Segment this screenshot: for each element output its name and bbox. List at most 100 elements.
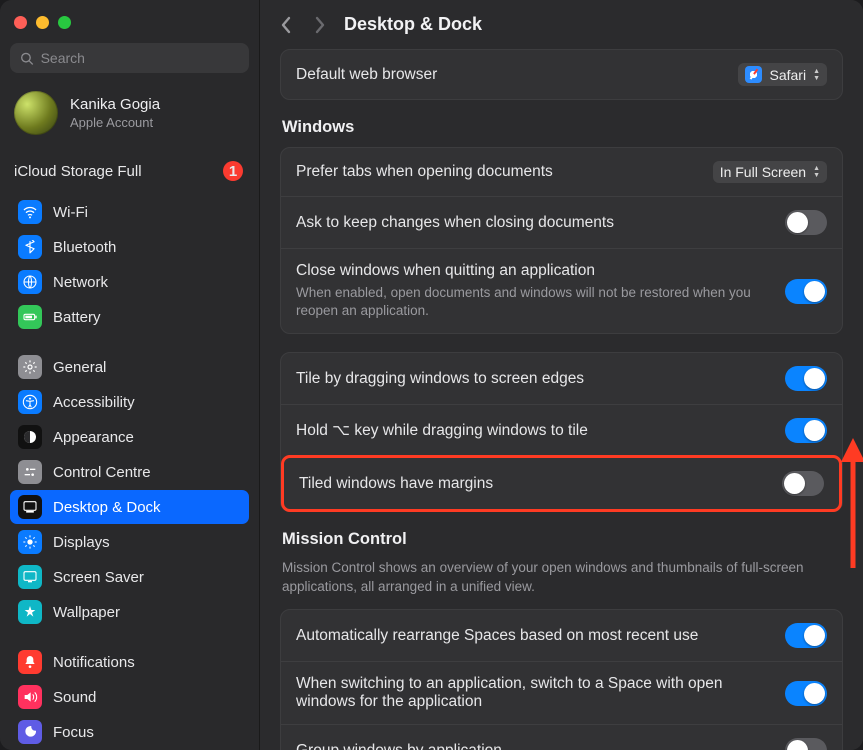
sidebar-item-label: Focus [53,724,94,741]
tile-drag-label: Tile by dragging windows to screen edges [296,370,584,388]
mission-control-sub: Mission Control shows an overview of you… [282,559,841,597]
sidebar-item-wallpaper[interactable]: Wallpaper [10,595,249,629]
screen-saver-icon [18,565,42,589]
account-row[interactable]: Kanika Gogia Apple Account [10,87,249,153]
mission-control-heading: Mission Control [282,530,841,549]
wifi-icon [18,200,42,224]
appearance-icon [18,425,42,449]
auto-rearrange-toggle[interactable] [785,623,827,648]
avatar [14,91,58,135]
control-centre-icon [18,460,42,484]
group-by-app-toggle[interactable] [785,738,827,750]
close-quit-toggle[interactable] [785,279,827,304]
displays-icon [18,530,42,554]
windows-card-2: Tile by dragging windows to screen edges… [280,352,843,512]
close-window-button[interactable] [14,16,27,29]
default-browser-select[interactable]: Safari ▲▼ [738,63,827,86]
highlighted-row: Tiled windows have margins [281,455,842,512]
back-button[interactable] [280,16,292,34]
storage-label: iCloud Storage Full [14,163,142,180]
sidebar-item-label: Network [53,274,108,291]
sidebar-item-label: Displays [53,534,110,551]
updown-icon: ▲▼ [813,165,820,179]
default-browser-label: Default web browser [296,66,437,84]
storage-badge: 1 [223,161,243,181]
tiled-margins-row: Tiled windows have margins [284,458,839,509]
content-scroll[interactable]: Default web browser Safari ▲▼ Windows Pr… [260,45,863,750]
hold-opt-toggle[interactable] [785,418,827,443]
search-input[interactable] [41,50,239,66]
sidebar-item-sound[interactable]: Sound [10,680,249,714]
sidebar-item-control-centre[interactable]: Control Centre [10,455,249,489]
prefer-tabs-label: Prefer tabs when opening documents [296,163,553,181]
sidebar-item-label: Screen Saver [53,569,144,586]
battery-icon [18,305,42,329]
close-quit-label: Close windows when quitting an applicati… [296,262,771,280]
sidebar-item-label: Wallpaper [53,604,120,621]
forward-button[interactable] [314,16,326,34]
bluetooth-icon [18,235,42,259]
sidebar-item-label: Notifications [53,654,135,671]
prefer-tabs-value: In Full Screen [720,164,806,180]
sidebar-item-label: Appearance [53,429,134,446]
focus-icon [18,720,42,744]
windows-card-1: Prefer tabs when opening documents In Fu… [280,147,843,334]
sidebar-item-label: Control Centre [53,464,151,481]
ask-keep-toggle[interactable] [785,210,827,235]
wallpaper-icon [18,600,42,624]
sidebar-item-focus[interactable]: Focus [10,715,249,749]
default-browser-value: Safari [769,67,806,83]
page-title: Desktop & Dock [344,14,482,35]
toolbar: Desktop & Dock [260,0,863,45]
ask-keep-row: Ask to keep changes when closing documen… [281,196,842,248]
close-quit-sub: When enabled, open documents and windows… [296,284,771,320]
tiled-margins-label: Tiled windows have margins [299,475,493,493]
sidebar-item-wifi[interactable]: Wi-Fi [10,195,249,229]
sidebar-item-general[interactable]: General [10,350,249,384]
window-controls [10,10,249,43]
switch-space-row: When switching to an application, switch… [281,661,842,724]
default-browser-row: Default web browser Safari ▲▼ [281,50,842,99]
network-icon [18,270,42,294]
sidebar-item-bluetooth[interactable]: Bluetooth [10,230,249,264]
sidebar: Kanika Gogia Apple Account iCloud Storag… [0,0,260,750]
tiled-margins-toggle[interactable] [782,471,824,496]
auto-rearrange-row: Automatically rearrange Spaces based on … [281,610,842,661]
sidebar-item-notifications[interactable]: Notifications [10,645,249,679]
accessibility-icon [18,390,42,414]
storage-row[interactable]: iCloud Storage Full 1 [10,153,249,195]
close-quit-row: Close windows when quitting an applicati… [281,248,842,333]
sidebar-item-label: Accessibility [53,394,135,411]
general-icon [18,355,42,379]
sidebar-item-label: Wi-Fi [53,204,88,221]
ask-keep-label: Ask to keep changes when closing documen… [296,214,614,232]
prefer-tabs-select[interactable]: In Full Screen ▲▼ [713,161,827,183]
sound-icon [18,685,42,709]
account-subtitle: Apple Account [70,115,160,130]
sidebar-item-label: Bluetooth [53,239,116,256]
switch-space-toggle[interactable] [785,681,827,706]
tile-drag-toggle[interactable] [785,366,827,391]
sidebar-item-label: Sound [53,689,96,706]
desktop-dock-icon [18,495,42,519]
account-name: Kanika Gogia [70,96,160,113]
sidebar-item-label: Desktop & Dock [53,499,161,516]
search-field[interactable] [10,43,249,73]
group-by-app-label: Group windows by application [296,742,502,750]
sidebar-item-appearance[interactable]: Appearance [10,420,249,454]
sidebar-item-label: Battery [53,309,101,326]
switch-space-label: When switching to an application, switch… [296,675,771,711]
sidebar-item-screen-saver[interactable]: Screen Saver [10,560,249,594]
sidebar-item-battery[interactable]: Battery [10,300,249,334]
safari-icon [745,66,762,83]
sidebar-item-accessibility[interactable]: Accessibility [10,385,249,419]
prefer-tabs-row: Prefer tabs when opening documents In Fu… [281,148,842,196]
hold-opt-row: Hold ⌥ key while dragging windows to til… [281,404,842,456]
sidebar-item-network[interactable]: Network [10,265,249,299]
sidebar-item-displays[interactable]: Displays [10,525,249,559]
hold-opt-label: Hold ⌥ key while dragging windows to til… [296,421,588,440]
fullscreen-window-button[interactable] [58,16,71,29]
sidebar-item-desktop-dock[interactable]: Desktop & Dock [10,490,249,524]
minimize-window-button[interactable] [36,16,49,29]
notifications-icon [18,650,42,674]
